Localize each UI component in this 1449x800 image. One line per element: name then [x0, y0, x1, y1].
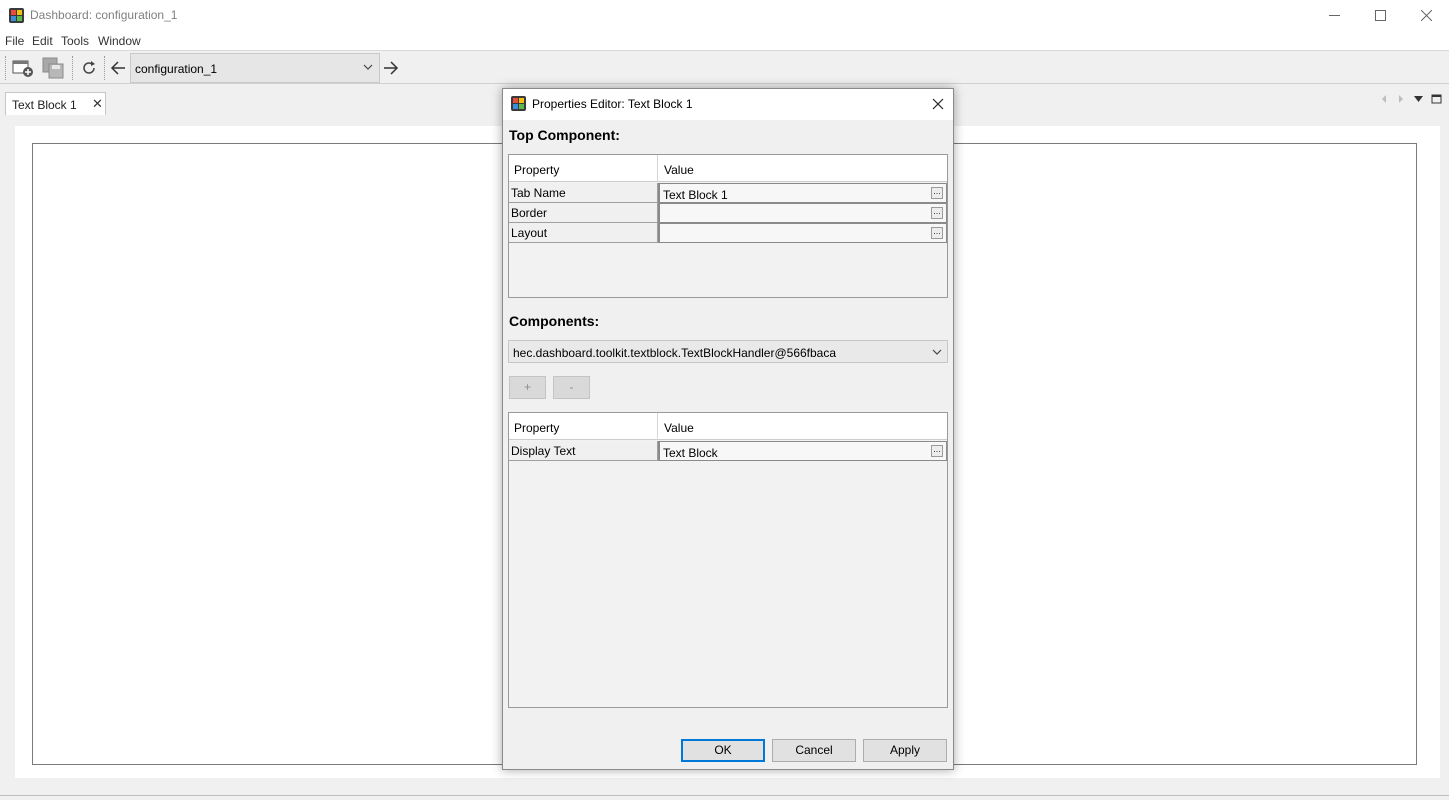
table-row-border: Border ... — [509, 203, 947, 223]
ellipsis-button[interactable]: ... — [931, 227, 943, 239]
menu-bar: File Edit Tools Window — [0, 31, 1449, 51]
tab-name-value-field[interactable]: Text Block 1 ... — [658, 183, 947, 203]
properties-editor-dialog: Properties Editor: Text Block 1 Top Comp… — [502, 88, 954, 770]
table-row-display-text: Display Text Text Block ... — [509, 441, 947, 461]
chevron-down-icon — [363, 64, 373, 70]
property-value: Text Block — [663, 446, 718, 460]
layout-value-field[interactable]: ... — [658, 223, 947, 243]
ellipsis-button[interactable]: ... — [931, 187, 943, 199]
configuration-select[interactable]: configuration_1 — [130, 53, 380, 83]
title-bar: Dashboard: configuration_1 — [0, 0, 1449, 31]
save-icon — [42, 57, 64, 79]
maximize-icon — [1374, 10, 1386, 21]
display-text-value-field[interactable]: Text Block ... — [658, 441, 947, 461]
components-label: Components: — [509, 313, 600, 329]
ellipsis-button[interactable]: ... — [931, 207, 943, 219]
property-name: Layout — [509, 223, 658, 243]
column-header-value: Value — [664, 421, 694, 435]
new-tab-icon — [12, 60, 33, 77]
dialog-title: Properties Editor: Text Block 1 — [532, 97, 693, 111]
chevron-down-icon — [932, 349, 942, 355]
cancel-button[interactable]: Cancel — [772, 739, 856, 762]
component-properties-table: Property Value Display Text Text Block .… — [508, 412, 948, 708]
column-separator — [657, 155, 658, 182]
table-row-layout: Layout ... — [509, 223, 947, 243]
window-bottom-edge — [0, 795, 1449, 796]
new-tab-button[interactable] — [10, 55, 36, 81]
close-icon[interactable] — [931, 97, 945, 111]
table-row-tab-name: Tab Name Text Block 1 ... — [509, 183, 947, 203]
components-select-value: hec.dashboard.toolkit.textblock.TextBloc… — [513, 346, 837, 360]
column-separator — [657, 413, 658, 440]
configuration-select-value: configuration_1 — [135, 62, 218, 76]
top-component-table: Property Value Tab Name Text Block 1 ...… — [508, 154, 948, 298]
property-value: Text Block 1 — [663, 188, 728, 202]
ok-button[interactable]: OK — [681, 739, 765, 762]
refresh-icon — [83, 61, 95, 74]
border-value-field[interactable]: ... — [658, 203, 947, 223]
column-header-property: Property — [514, 421, 560, 435]
column-header-property: Property — [514, 163, 560, 177]
menu-window[interactable]: Window — [98, 34, 141, 48]
menu-file[interactable]: File — [5, 34, 24, 48]
toolbar: configuration_1 — [0, 51, 1449, 84]
apply-button[interactable]: Apply — [863, 739, 947, 762]
close-window-button[interactable] — [1403, 0, 1449, 31]
app-icon — [511, 96, 526, 111]
property-name: Display Text — [509, 441, 658, 461]
tab-label: Text Block 1 — [12, 98, 77, 112]
menu-tools[interactable]: Tools — [61, 34, 89, 48]
components-select[interactable]: hec.dashboard.toolkit.textblock.TextBloc… — [508, 340, 948, 363]
maximize-panel-icon[interactable] — [1431, 93, 1442, 105]
top-component-label: Top Component: — [509, 127, 620, 143]
window-title: Dashboard: configuration_1 — [30, 8, 178, 22]
back-button[interactable] — [105, 55, 131, 81]
column-header-value: Value — [664, 163, 694, 177]
app-icon — [9, 8, 24, 23]
minimize-button[interactable] — [1311, 0, 1357, 31]
maximize-button[interactable] — [1357, 0, 1403, 31]
back-arrow-icon — [110, 61, 125, 75]
tab-close-icon[interactable]: ✕ — [92, 96, 103, 112]
add-component-button[interactable]: + — [509, 376, 546, 399]
close-icon — [1420, 10, 1432, 21]
tab-list-dropdown-icon[interactable] — [1413, 93, 1424, 105]
forward-button[interactable] — [378, 55, 404, 81]
scroll-right-icon[interactable] — [1397, 93, 1405, 105]
toolbar-grip — [5, 56, 7, 80]
property-name: Border — [509, 203, 658, 223]
table-header: Property Value — [509, 155, 947, 182]
minimize-icon — [1328, 15, 1340, 16]
tab-text-block-1[interactable]: Text Block 1 ✕ — [5, 92, 106, 115]
refresh-button[interactable] — [76, 55, 102, 81]
scroll-left-icon[interactable] — [1380, 93, 1388, 105]
ellipsis-button[interactable]: ... — [931, 445, 943, 457]
table-header: Property Value — [509, 413, 947, 440]
remove-component-button[interactable]: - — [553, 376, 590, 399]
save-button[interactable] — [40, 55, 66, 81]
toolbar-grip — [72, 56, 74, 80]
property-name: Tab Name — [509, 183, 658, 203]
menu-edit[interactable]: Edit — [32, 34, 53, 48]
dialog-title-bar: Properties Editor: Text Block 1 — [503, 89, 953, 120]
forward-arrow-icon — [384, 61, 399, 75]
